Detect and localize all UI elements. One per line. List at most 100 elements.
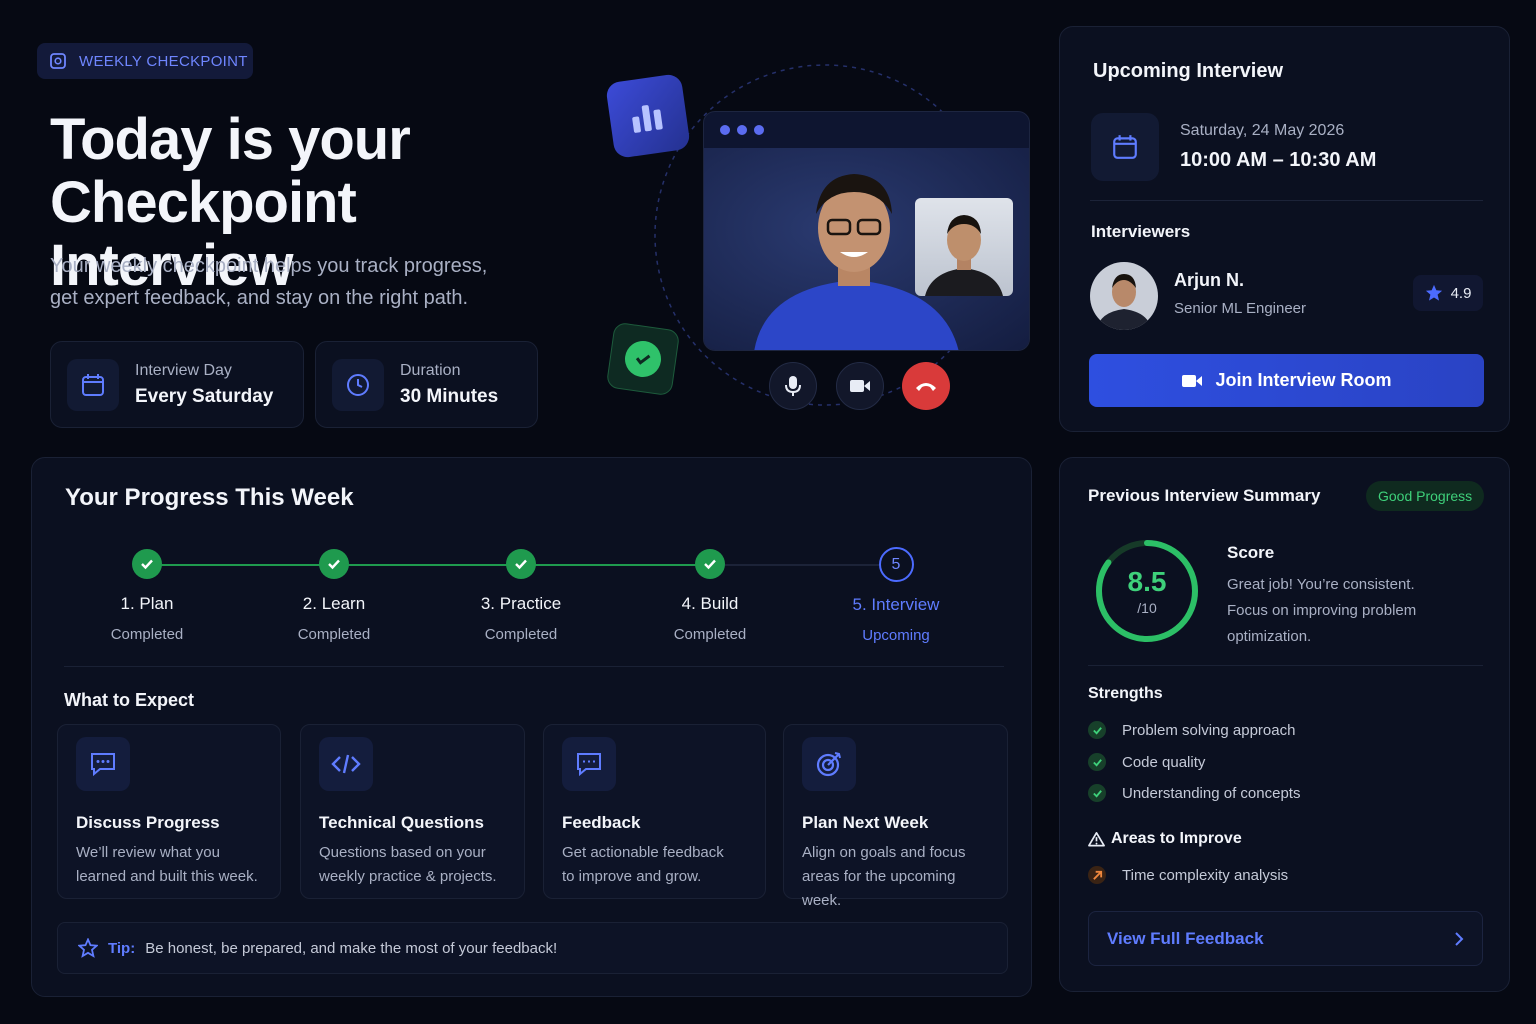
upcoming-interview-title: Upcoming Interview (1093, 60, 1284, 82)
step-build: 4. Build Completed (630, 549, 790, 643)
step-plan: 1. Plan Completed (67, 549, 227, 643)
check-circle-icon (319, 549, 349, 579)
strength-text: Problem solving approach (1122, 721, 1296, 739)
title-line-1: Today is your (50, 107, 411, 172)
clock-icon (332, 358, 384, 411)
code-icon (319, 737, 373, 791)
progress-title: Your Progress This Week (65, 484, 354, 511)
check-icon (1088, 784, 1106, 802)
progress-line-completed (147, 564, 710, 566)
camera-button[interactable] (836, 362, 884, 410)
strength-item: Understanding of concepts (1088, 784, 1300, 802)
page-subtitle: Your weekly checkpoint helps you track p… (50, 250, 520, 314)
expect-desc: Get actionable feedback to improve and gr… (562, 844, 724, 885)
target-icon (802, 737, 856, 791)
what-to-expect-title: What to Expect (64, 690, 195, 710)
tip-banner: Tip: Be honest, be prepared, and make th… (57, 922, 1008, 974)
expect-card-plan: Plan Next Week Align on goals and focus a… (783, 724, 1008, 909)
view-feedback-label: View Full Feedback (1107, 928, 1264, 948)
step-interview: 5 5. Interview Upcoming (816, 547, 976, 644)
camera-frame-icon (50, 53, 66, 69)
step-status: Upcoming (862, 627, 930, 644)
divider (64, 666, 1004, 667)
step-status: Completed (484, 626, 558, 643)
strength-text: Code quality (1122, 753, 1206, 771)
star-outline-icon (78, 938, 98, 958)
join-button-label: Join Interview Room (1215, 370, 1392, 390)
tip-label: Tip: (108, 939, 136, 957)
step-title: 1. Plan (120, 594, 174, 613)
interviewer-name: Arjun N. (1174, 270, 1244, 290)
microphone-button[interactable] (769, 362, 817, 410)
interviewers-label: Interviewers (1091, 222, 1191, 241)
microphone-icon (785, 376, 801, 396)
duration-card: Duration 30 Minutes (315, 341, 538, 428)
expect-desc: We’ll review what you learned and built t… (76, 844, 258, 885)
star-icon (1425, 284, 1442, 301)
expect-title: Feedback (562, 813, 641, 832)
interviewer-role: Senior ML Engineer (1174, 300, 1307, 317)
subtitle-line-2: get expert feedback, and stay on the rig… (50, 287, 469, 309)
interview-day-card: Interview Day Every Saturday (50, 341, 304, 428)
bar-chart-icon (605, 73, 691, 159)
expect-card-technical: Technical Questions Questions based on y… (300, 724, 525, 899)
calendar-icon (67, 358, 119, 411)
check-circle-icon (695, 549, 725, 579)
step-title: 5. Interview (852, 595, 940, 614)
strengths-title: Strengths (1088, 685, 1163, 702)
divider (1088, 665, 1483, 666)
end-call-button[interactable] (902, 362, 950, 410)
interview-day-label: Interview Day (135, 361, 232, 379)
step-title: 2. Learn (302, 594, 366, 613)
video-camera-icon (1182, 374, 1203, 387)
step-status: Completed (110, 626, 184, 643)
window-dots (704, 112, 1029, 148)
score-value: 8.5 (1127, 566, 1167, 597)
weekly-checkpoint-badge: WEEKLY CHECKPOINT (37, 43, 253, 79)
rating-badge: 4.9 (1413, 275, 1483, 311)
video-call-window (703, 111, 1030, 351)
step-status: Completed (297, 626, 371, 643)
message-icon (562, 737, 616, 791)
step-status: Completed (673, 626, 747, 643)
summary-title: Previous Interview Summary (1088, 486, 1321, 505)
avatar (1090, 262, 1158, 330)
check-badge-icon (605, 321, 681, 397)
chat-icon (76, 737, 130, 791)
strength-item: Code quality (1088, 753, 1205, 771)
chevron-right-icon (1455, 931, 1464, 946)
improve-text: Time complexity analysis (1122, 866, 1289, 884)
arrow-up-right-icon (1088, 866, 1106, 884)
expect-title: Plan Next Week (802, 813, 929, 832)
step-title: 4. Build (681, 594, 739, 613)
interview-time: 10:00 AM – 10:30 AM (1180, 149, 1377, 171)
score-description: Great job! You’re consistent. Focus on i… (1227, 576, 1417, 645)
expect-title: Technical Questions (319, 813, 485, 832)
tip-text: Be honest, be prepared, and make the mos… (145, 939, 558, 957)
warning-icon (1088, 832, 1105, 847)
duration-label: Duration (400, 361, 461, 379)
badge-label: WEEKLY CHECKPOINT (79, 52, 248, 70)
expect-card-feedback: Feedback Get actionable feedback to impro… (543, 724, 766, 899)
divider (1090, 200, 1483, 201)
interview-date: Saturday, 24 May 2026 (1180, 122, 1345, 139)
check-circle-icon (506, 549, 536, 579)
hang-up-icon (916, 383, 936, 391)
join-interview-button[interactable]: Join Interview Room (1089, 354, 1484, 407)
calendar-icon (1091, 113, 1159, 181)
rating-value: 4.9 (1450, 284, 1472, 302)
expect-card-discuss: Discuss Progress We’ll review what you le… (57, 724, 281, 899)
status-badge: Good Progress (1366, 481, 1485, 511)
self-video-thumbnail (915, 198, 1013, 296)
strength-item: Problem solving approach (1088, 721, 1295, 739)
improve-item: Time complexity analysis (1088, 866, 1288, 884)
check-icon (1088, 721, 1106, 739)
step-learn: 2. Learn Completed (254, 549, 414, 643)
view-full-feedback-button[interactable]: View Full Feedback (1088, 911, 1483, 966)
video-camera-icon (850, 380, 870, 392)
expect-title: Discuss Progress (76, 813, 220, 832)
improve-title-text: Areas to Improve (1111, 830, 1242, 847)
subtitle-line-1: Your weekly checkpoint helps you track p… (50, 255, 488, 277)
strength-text: Understanding of concepts (1122, 784, 1301, 802)
expect-desc: Questions based on your weekly practice &… (319, 844, 497, 885)
